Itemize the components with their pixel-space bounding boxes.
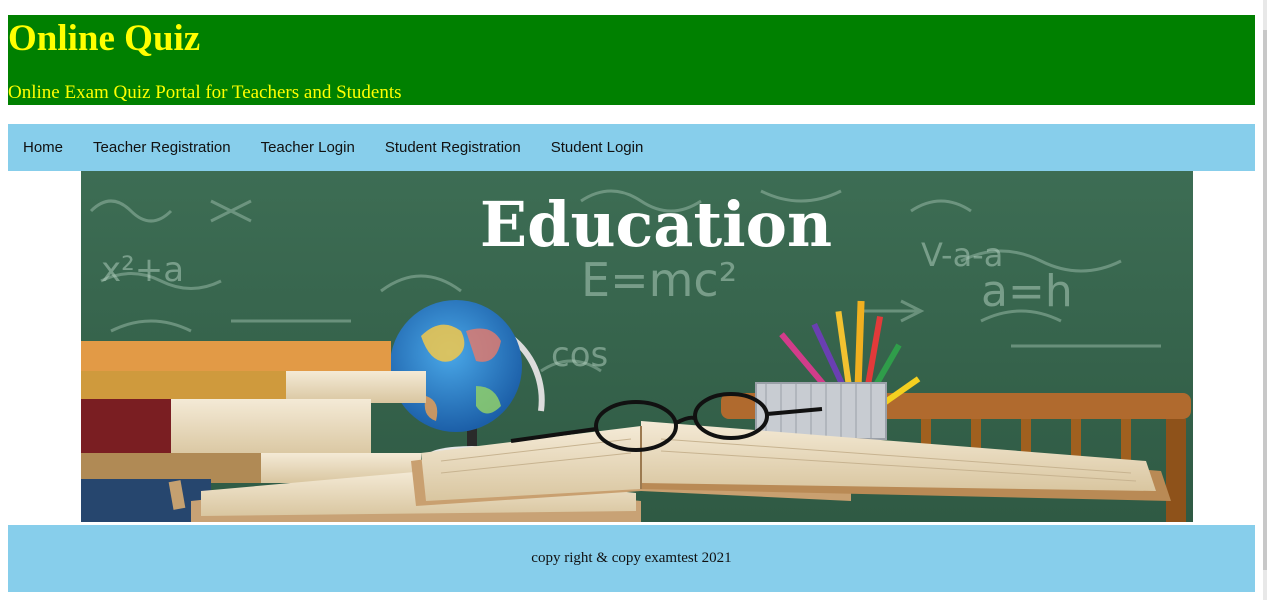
- footer-copyright: copy right & copy examtest 2021: [531, 550, 732, 566]
- nav-home-link[interactable]: Home: [8, 124, 78, 171]
- page: Online Quiz Online Exam Quiz Portal for …: [0, 0, 1267, 600]
- vertical-scrollbar[interactable]: [1263, 0, 1267, 600]
- education-banner-image: E=mc² a=h x²+a cos V-a-a Education: [81, 171, 1193, 522]
- scrollbar-thumb[interactable]: [1263, 30, 1267, 570]
- nav-student-registration-link[interactable]: Student Registration: [370, 124, 536, 171]
- banner-heading: Education: [480, 188, 832, 261]
- svg-text:x²+a: x²+a: [101, 250, 184, 290]
- banner-illustration: E=mc² a=h x²+a cos V-a-a Education: [81, 171, 1193, 522]
- main-navbar: Home Teacher Registration Teacher Login …: [8, 124, 1255, 171]
- svg-text:cos: cos: [551, 335, 608, 375]
- nav-teacher-login-link[interactable]: Teacher Login: [246, 124, 370, 171]
- site-subtitle: Online Exam Quiz Portal for Teachers and…: [8, 82, 402, 103]
- svg-text:E=mc²: E=mc²: [581, 253, 737, 307]
- nav-teacher-registration-link[interactable]: Teacher Registration: [78, 124, 246, 171]
- nav-student-login-link[interactable]: Student Login: [536, 124, 659, 171]
- site-header: Online Quiz Online Exam Quiz Portal for …: [8, 15, 1255, 105]
- site-title: Online Quiz: [8, 18, 201, 59]
- svg-text:V-a-a: V-a-a: [921, 236, 1003, 274]
- site-footer: copy right & copy examtest 2021: [8, 525, 1255, 592]
